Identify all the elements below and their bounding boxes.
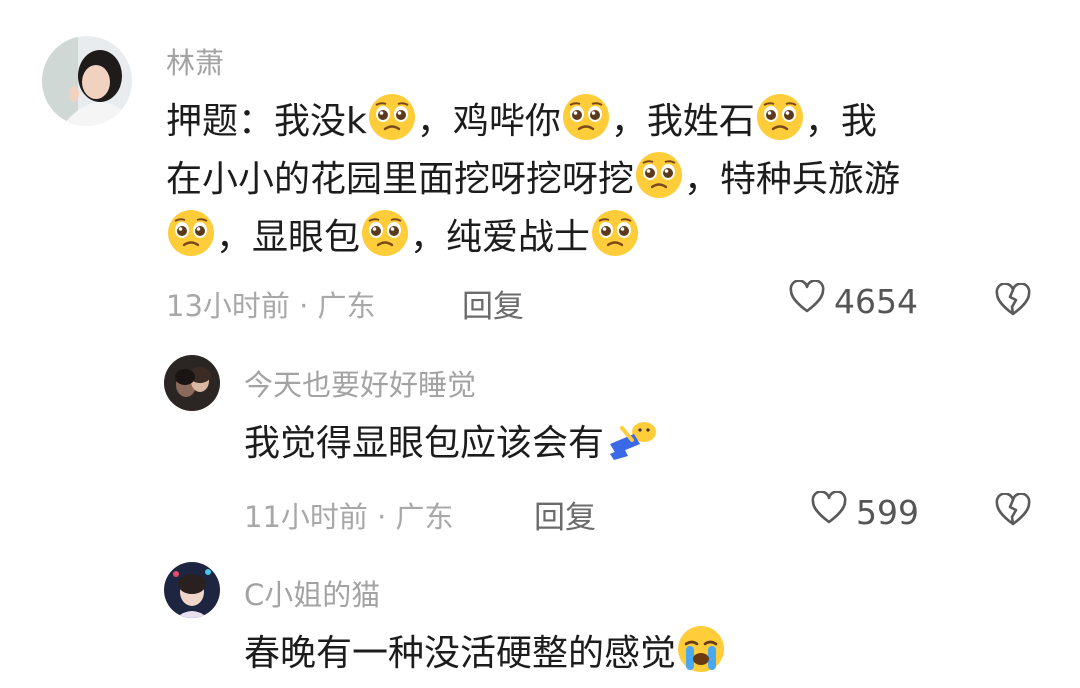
broken-heart-icon: [994, 492, 1032, 531]
comment-text-segment: 在小小的花园里面挖呀挖呀挖: [166, 159, 635, 200]
author-name[interactable]: C小姐的猫: [244, 572, 380, 614]
avatar[interactable]: [164, 562, 220, 618]
like-count: 4654: [834, 281, 918, 321]
reply-button[interactable]: 回复: [534, 492, 596, 537]
pleading-emoji-icon: [360, 208, 410, 258]
dislike-button[interactable]: [994, 492, 1032, 531]
comment-text-segment: ，我姓石: [610, 101, 755, 142]
author-name[interactable]: 林萧: [166, 40, 224, 82]
reply-button[interactable]: 回复: [462, 281, 524, 326]
pleading-emoji-icon: [166, 208, 216, 258]
comment-text-segment: ，纯爱战士: [410, 217, 591, 258]
comment-text-line: 春晚有一种没活硬整的感觉: [244, 624, 726, 682]
comment-text-segment: ，显眼包: [216, 217, 361, 258]
comment-text-line: 我觉得显眼包应该会有: [244, 414, 660, 472]
comment-text: 我觉得显眼包应该会有: [244, 414, 660, 472]
crying-emoji-icon: [676, 624, 726, 674]
comment-1: 林萧 押题：我没k ，鸡哔你 ，我姓石 ，我在小小的花园里面挖呀挖呀挖 ，特种兵旅游 ，显…: [0, 0, 1080, 330]
avatar[interactable]: [42, 36, 132, 126]
dislike-button[interactable]: [994, 282, 1032, 321]
comment-text-segment: 春晚有一种没活硬整的感觉: [244, 633, 677, 674]
pleading-emoji-icon: [755, 92, 805, 142]
pleading-emoji-icon: [367, 92, 417, 142]
pleading-emoji-icon: [561, 92, 611, 142]
comment-meta: 13小时前 · 广东: [166, 289, 376, 323]
comment-text-line: 押题：我没k ，鸡哔你 ，我姓石 ，我: [166, 92, 900, 150]
author-name[interactable]: 今天也要好好睡觉: [244, 362, 476, 404]
broken-heart-icon: [994, 282, 1032, 321]
comment-text-line: ，显眼包 ，纯爱战士: [166, 208, 900, 266]
avatar[interactable]: [164, 355, 220, 411]
heart-outline-icon: [810, 490, 848, 533]
comment-text: 押题：我没k ，鸡哔你 ，我姓石 ，我 在小小的花园里面挖呀挖呀挖 ，特种兵旅游 ，显眼包，…: [166, 92, 900, 266]
comment-text-segment: ，我: [804, 101, 877, 142]
lying-down-emoji-icon: [604, 414, 660, 464]
comment-text-segment: 押题：我没k: [166, 101, 367, 142]
comment-meta: 11小时前 · 广东: [244, 500, 454, 534]
comment-text-segment: ，鸡哔你: [416, 101, 561, 142]
pleading-emoji-icon: [590, 208, 640, 258]
pleading-emoji-icon: [634, 150, 684, 200]
like-button[interactable]: 4654: [788, 279, 918, 322]
comment-text-segment: 我觉得显眼包应该会有: [244, 423, 605, 464]
like-button[interactable]: 599: [810, 490, 919, 533]
comment-text-line: 在小小的花园里面挖呀挖呀挖 ，特种兵旅游: [166, 150, 900, 208]
comment-text: 春晚有一种没活硬整的感觉: [244, 624, 726, 682]
like-count: 599: [856, 492, 919, 532]
heart-outline-icon: [788, 279, 826, 322]
comment-text-segment: ，特种兵旅游: [684, 159, 901, 200]
